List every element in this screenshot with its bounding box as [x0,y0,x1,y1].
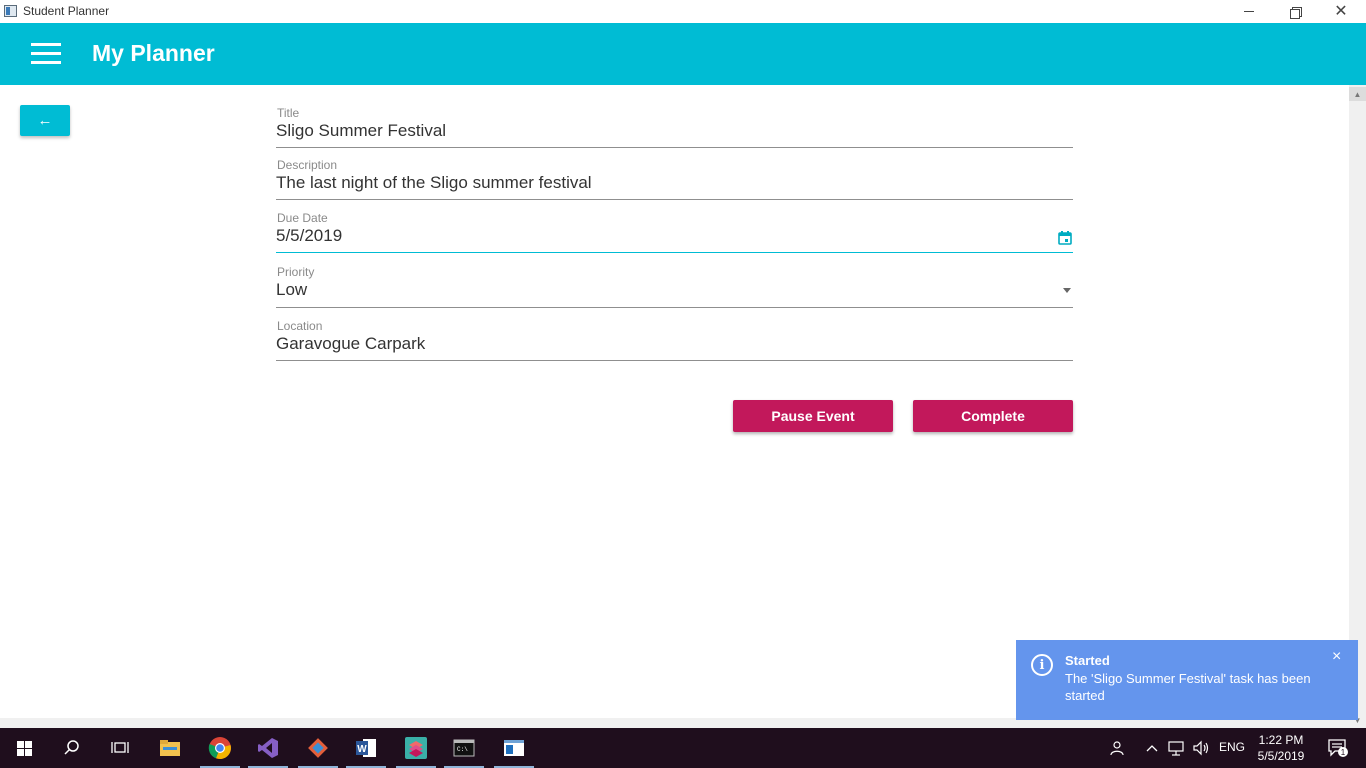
word-icon[interactable]: W [342,728,390,768]
location-input[interactable]: Garavogue Carpark [276,334,425,354]
student-planner-app-icon[interactable] [490,728,538,768]
info-icon: i [1031,654,1053,676]
arrow-left-icon: ← [37,112,53,129]
description-underline [276,199,1073,200]
network-icon[interactable] [1164,728,1188,768]
volume-icon[interactable] [1188,728,1214,768]
restore-button[interactable] [1272,0,1318,23]
svg-text:W: W [357,744,367,755]
clock-time: 1:22 PM [1258,733,1304,747]
svg-text:C:\: C:\ [457,746,468,753]
priority-label: Priority [277,265,315,279]
windows-taskbar: W C:\ ENG 1:22 PM 5/5/2019 1 [0,728,1366,768]
due-date-input[interactable]: 5/5/2019 [276,226,342,246]
due-date-field[interactable]: Due Date 5/5/2019 [276,211,1073,253]
language-indicator[interactable]: ENG [1219,740,1245,754]
hamburger-menu-icon[interactable] [31,43,61,65]
minimize-button[interactable] [1226,0,1272,23]
description-field[interactable]: Description The last night of the Sligo … [276,158,1073,200]
restore-icon [1290,6,1302,19]
window-titlebar: Student Planner ✕ [0,0,1366,23]
location-label: Location [277,319,323,333]
start-icon[interactable] [0,728,48,768]
toast-message: The 'Sligo Summer Festival' task has bee… [1065,671,1311,703]
window-title: Student Planner [23,4,110,18]
title-underline [276,147,1073,148]
chrome-icon[interactable] [196,728,244,768]
app-window-icon [4,5,17,17]
action-center-icon[interactable]: 1 [1318,728,1358,768]
close-icon: ✕ [1334,2,1348,20]
terminal-icon[interactable]: C:\ [440,728,488,768]
task-view-icon[interactable] [96,728,144,768]
toast-close-icon[interactable]: × [1332,649,1341,665]
title-field[interactable]: Title Sligo Summer Festival [276,106,1073,148]
app-bar: My Planner [0,23,1366,85]
location-underline [276,360,1073,361]
back-button[interactable]: ← [20,105,70,136]
chevron-up-icon[interactable] [1140,728,1164,768]
title-input[interactable]: Sligo Summer Festival [276,121,446,141]
calendar-icon[interactable] [1058,231,1072,245]
visual-studio-icon[interactable] [244,728,292,768]
due-date-label: Due Date [277,211,328,225]
notification-count: 1 [1341,748,1346,757]
description-input[interactable]: The last night of the Sligo summer festi… [276,173,592,193]
vertical-scrollbar[interactable]: ▲ ▼ [1349,85,1366,728]
dropdown-arrow-icon[interactable] [1063,288,1071,293]
description-label: Description [277,158,338,172]
clock-date: 5/5/2019 [1257,749,1305,763]
minimize-icon [1244,11,1254,12]
app-title: My Planner [92,40,215,66]
scroll-up-icon[interactable]: ▲ [1349,87,1366,101]
toast-notification: i Started The 'Sligo Summer Festival' ta… [1016,640,1358,720]
complete-button[interactable]: Complete [913,400,1073,432]
due-date-underline [276,252,1073,253]
system-clock[interactable]: 1:22 PM 5/5/2019 [1253,732,1309,764]
search-icon[interactable] [48,728,96,768]
pause-event-button[interactable]: Pause Event [733,400,893,432]
close-window-button[interactable]: ✕ [1318,0,1364,23]
priority-underline [276,307,1073,308]
layers-app-icon[interactable] [392,728,440,768]
title-label: Title [277,106,300,120]
priority-select[interactable]: Low [276,280,307,300]
git-icon[interactable] [294,728,342,768]
location-field[interactable]: Location Garavogue Carpark [276,319,1073,361]
file-explorer-icon[interactable] [146,728,194,768]
priority-field[interactable]: Priority Low [276,265,1073,308]
people-icon[interactable] [1094,728,1138,768]
toast-title: Started [1065,653,1110,668]
